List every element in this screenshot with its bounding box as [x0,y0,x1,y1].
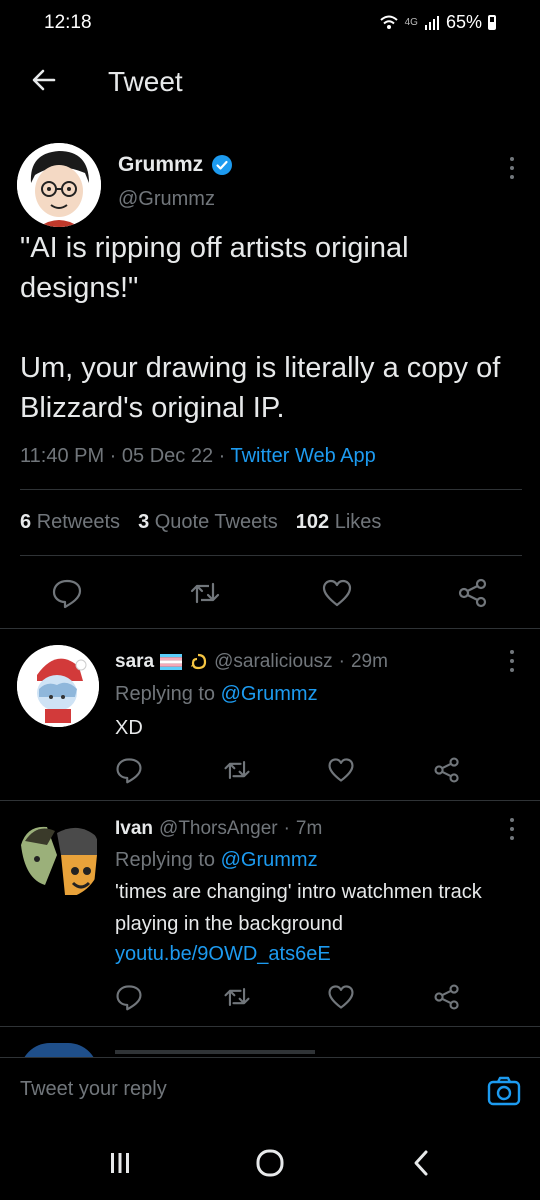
reply-age: 7m [295,818,323,839]
reply-avatar[interactable] [17,645,99,727]
reply-composer: Tweet your reply [0,1057,540,1126]
reply-author-name[interactable]: Ivan [115,818,153,840]
tweet-meta: 11:40 PM · 05 Dec 22 · Twitter Web App [20,445,376,467]
reply-icon[interactable] [114,982,144,1012]
header: Tweet [0,50,540,120]
reply-actions [0,982,540,1022]
author-avatar[interactable] [17,143,101,227]
tweet-date: 05 Dec 22 [121,445,214,467]
dizzy-icon [191,653,207,670]
more-icon[interactable] [509,650,515,672]
reply-icon[interactable] [114,755,144,785]
likes-stat[interactable]: 102 Likes [296,511,382,534]
retweet-icon[interactable] [222,755,252,785]
page-title: Tweet [108,66,183,97]
replying-to-link[interactable]: @Grummz [221,683,318,705]
like-icon[interactable] [320,576,354,610]
replying-to-link[interactable]: @Grummz [221,849,318,871]
retweets-stat[interactable]: 6 Retweets [20,511,120,534]
verified-badge-icon [212,155,233,175]
recents-icon[interactable] [108,1151,132,1175]
back-nav-icon[interactable] [410,1149,432,1177]
reply-icon[interactable] [50,576,84,610]
divider [20,489,522,490]
network-type: 4G [404,17,418,28]
quote-tweets-stat[interactable]: 3 Quote Tweets [138,511,278,534]
reply-author-handle[interactable]: @saraliciousz [214,651,333,673]
tweet-stats: 6 Retweets 3 Quote Tweets 102 Likes [20,511,381,534]
author-name-text: Grummz [118,153,204,176]
trans-flag-icon [160,654,183,670]
status-indicators: 4G 65% [379,12,496,33]
wifi-icon [379,15,398,29]
replying-to: Replying to @Grummz [115,849,318,871]
tweet-actions [0,576,540,616]
next-reply-partial [115,1044,515,1056]
divider [0,800,540,801]
home-icon[interactable] [255,1149,285,1177]
more-icon[interactable] [509,157,515,179]
tweet-time: 11:40 PM [20,445,105,467]
like-icon[interactable] [326,755,356,785]
divider [0,1026,540,1027]
divider [20,555,522,556]
reply-text: XD [115,717,143,739]
camera-icon[interactable] [486,1074,522,1108]
retweet-icon[interactable] [222,982,252,1012]
reply-actions [0,755,540,795]
status-bar: 12:18 4G 65% [0,0,540,50]
reply-input[interactable]: Tweet your reply [20,1078,167,1101]
share-icon[interactable] [432,755,462,785]
author-name[interactable]: Grummz [118,153,233,177]
signal-icon [424,15,439,30]
author-handle[interactable]: @Grummz [118,188,215,211]
reply-text: 'times are changing' intro watchmen trac… [115,881,482,935]
reply-author-handle[interactable]: @ThorsAnger [159,818,278,840]
battery-icon [488,15,496,30]
reply-author-name[interactable]: sara [115,651,154,673]
more-icon[interactable] [509,818,515,840]
retweet-icon[interactable] [188,576,222,610]
back-arrow-icon[interactable] [28,64,60,96]
reply-age: 29m [350,651,388,672]
battery-percent: 65% [445,12,482,32]
reply-link[interactable]: youtu.be/9OWD_ats6eE [115,943,331,966]
replying-to: Replying to @Grummz [115,683,318,705]
tweet-source-link[interactable]: Twitter Web App [231,445,376,467]
reply-author: Ivan @ThorsAnger · 7m [115,818,323,840]
status-time: 12:18 [44,12,92,33]
reply-avatar[interactable] [17,815,101,899]
tweet-text: "AI is ripping off artists original desi… [20,232,501,424]
reply-author: sara @saraliciousz · 29m [115,651,388,673]
share-icon[interactable] [432,982,462,1012]
like-icon[interactable] [326,982,356,1012]
system-nav-bar [0,1125,540,1200]
divider [0,628,540,629]
share-icon[interactable] [456,576,490,610]
